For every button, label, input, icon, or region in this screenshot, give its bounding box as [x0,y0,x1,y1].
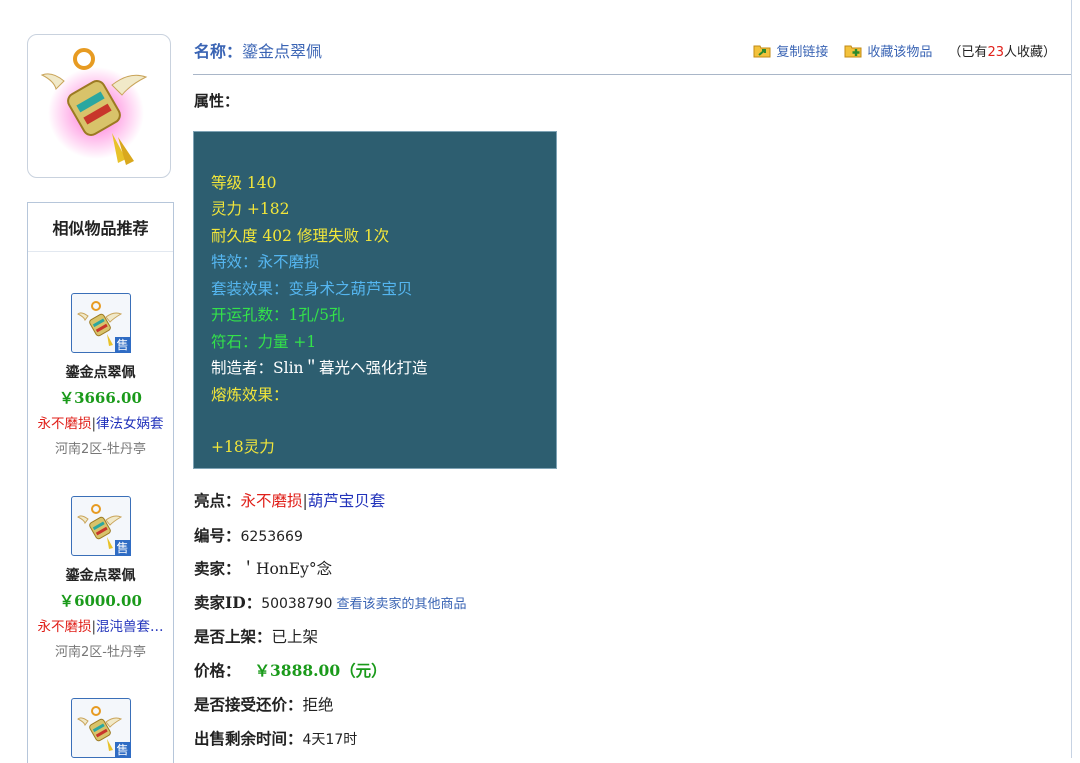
rec-item-name[interactable]: 鎏金点翠佩 [28,565,173,585]
attr-rune: 符石：力量 +1 [211,333,317,351]
recommended-item[interactable]: 售 [28,698,173,758]
rec-item-icon[interactable]: 售 [70,698,131,758]
winged-pendant-icon [40,48,148,165]
favorite-count: 23 [987,45,1004,60]
item-id-value: 6253669 [240,529,303,545]
attr-special-effect: 特效：永不磨损 [211,253,320,271]
page-right-border [1071,0,1072,758]
seller-name: ＇HonEy°念 [240,560,333,578]
attr-smelt-label: 熔炼效果： [211,386,289,404]
copy-link-button[interactable]: 复制链接 [753,41,828,60]
rec-item-icon[interactable]: 售 [70,496,131,556]
price-value: ￥3888.00（元） [254,661,387,680]
item-name-label: 名称： [194,42,243,61]
header-actions: 复制链接 收藏该物品 （已有23人收藏） [753,41,1056,60]
fav-prefix: （已有 [948,45,988,60]
recommended-item[interactable]: 售 鎏金点翠佩 ￥6000.00 永不磨损|混沌兽套… 河南2区-牡丹亭 [28,496,173,660]
header-divider [193,74,1071,75]
sell-badge: 售 [114,742,131,758]
attr-spirit: 灵力 +182 [211,200,290,218]
item-id-row: 编号：6253669 [194,524,303,546]
folder-add-icon [844,45,862,58]
rec-item-tags: 永不磨损|混沌兽套… [28,615,173,635]
listed-label: 是否上架： [194,627,272,646]
item-name-row: 名称：鎏金点翠佩 [194,38,322,62]
counter-offer-row: 是否接受还价：拒绝 [194,693,334,715]
rec-item-tags: 永不磨损|律法女娲套 [28,412,173,432]
seller-label: 卖家： [194,559,241,578]
rec-tag-2: 律法女娲套 [96,416,164,432]
item-id-label: 编号： [194,526,241,545]
folder-arrow-icon [753,45,771,58]
rec-item-price: ￥6000.00 [59,592,142,610]
price-label: 价格： [194,661,241,680]
seller-id-row: 卖家ID：50038790 查看该卖家的其他商品 [194,591,466,613]
rec-item-server: 河南2区-牡丹亭 [55,442,146,457]
fav-suffix: 人收藏） [1003,45,1056,60]
listed-row: 是否上架：已上架 [194,625,318,647]
remaining-time-value: 4天17时 [302,732,358,748]
highlight-tag-1: 永不磨损 [240,492,303,510]
attr-set-effect: 套装效果：变身术之葫芦宝贝 [211,280,413,298]
seller-row: 卖家：＇HonEy°念 [194,557,332,579]
price-row: 价格： ￥3888.00（元） [194,659,387,681]
attr-durability: 耐久度 402 修理失败 1次 [211,227,390,245]
rec-item-icon[interactable]: 售 [70,293,131,353]
sidebar-title: 相似物品推荐 [28,203,173,252]
attr-level: 等级 140 [211,174,277,192]
attr-smelt-value: +18灵力 [211,438,275,456]
rec-item-name[interactable]: 鎏金点翠佩 [28,362,173,382]
item-image [27,34,171,178]
copy-link-label[interactable]: 复制链接 [776,41,828,60]
remaining-time-row: 出售剩余时间：4天17时 [194,727,357,749]
sell-badge: 售 [114,540,131,556]
counter-offer-label: 是否接受还价： [194,695,303,714]
rec-item-price: ￥3666.00 [59,389,142,407]
rec-tag-1: 永不磨损 [37,619,92,635]
item-name: 鎏金点翠佩 [242,42,323,61]
highlight-tag-2: 葫芦宝贝套 [307,492,386,510]
highlight-label: 亮点： [194,491,241,510]
favorite-count-text: （已有23人收藏） [948,41,1056,60]
listed-value: 已上架 [271,628,319,646]
attributes-box: 等级 140 灵力 +182 耐久度 402 修理失败 1次 特效：永不磨损 套… [193,131,557,469]
favorite-button[interactable]: 收藏该物品 [844,41,932,60]
sell-badge: 售 [114,337,131,353]
rec-tag-1: 永不磨损 [37,416,92,432]
seller-id-label: 卖家ID： [194,593,262,612]
attr-sockets: 开运孔数：1孔/5孔 [211,306,345,324]
rec-item-server: 河南2区-牡丹亭 [55,645,146,660]
remaining-time-label: 出售剩余时间： [194,729,303,748]
similar-items-panel: 相似物品推荐 售 鎏金点翠佩 ￥3666.00 永不磨损|律法女娲套 河南2区-… [27,202,174,763]
favorite-label[interactable]: 收藏该物品 [867,41,932,60]
highlight-row: 亮点：永不磨损|葫芦宝贝套 [194,489,385,511]
seller-id-value: 50038790 [261,596,333,612]
attr-maker: 制造者：Slin＂暮光ヘ强化打造 [211,359,428,377]
rec-tag-2: 混沌兽套… [96,619,164,635]
counter-offer-value: 拒绝 [302,696,334,714]
attributes-label: 属性： [194,92,240,110]
recommended-item[interactable]: 售 鎏金点翠佩 ￥3666.00 永不磨损|律法女娲套 河南2区-牡丹亭 [28,293,173,457]
seller-other-items-link[interactable]: 查看该卖家的其他商品 [336,597,466,612]
